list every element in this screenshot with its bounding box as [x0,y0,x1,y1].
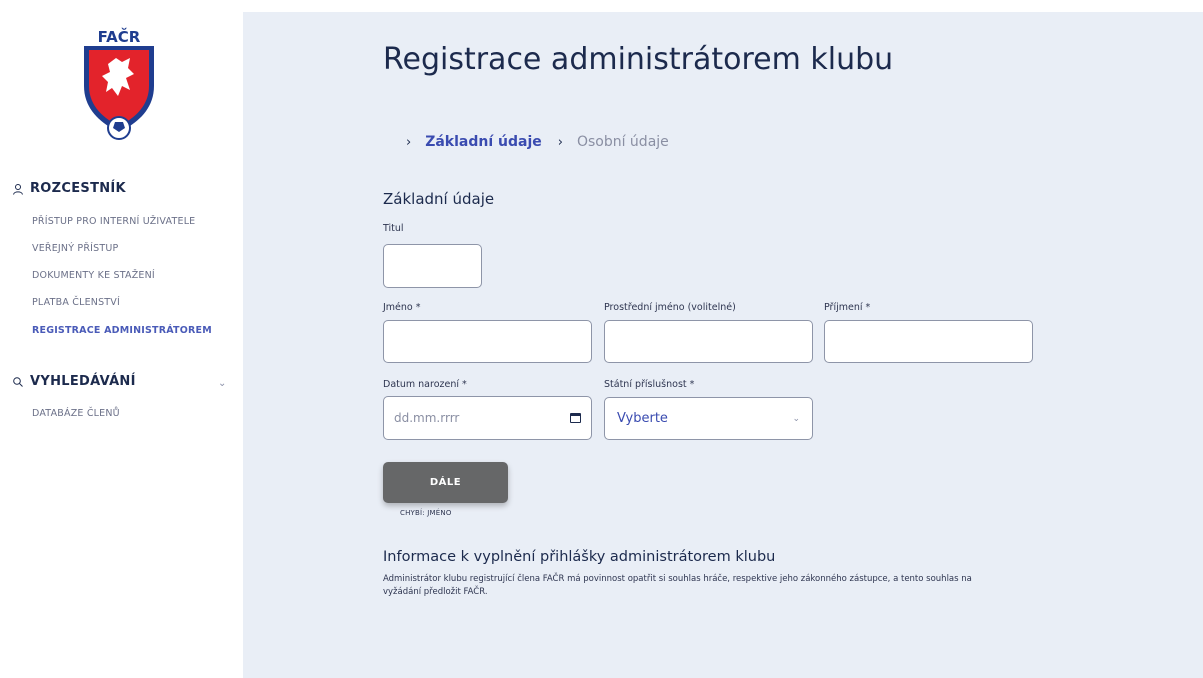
info-text: Administrátor klubu registrující člena F… [383,574,972,597]
first-name-label: Jméno * [383,302,421,313]
nationality-select[interactable]: Vyberte ⌄ [604,397,813,440]
nav-section-vyhledavani[interactable]: VYHLEDÁVÁNÍ [12,374,136,389]
missing-field-note: CHYBÍ: JMÉNO [400,509,452,517]
facr-logo[interactable]: FAČR [78,24,160,142]
title-input[interactable] [383,244,482,288]
sidebar-item-interni-pristup[interactable]: PŘÍSTUP PRO INTERNÍ UŽIVATELE [32,216,195,227]
nationality-selected: Vyberte [617,411,668,426]
next-button[interactable]: DÁLE [383,462,508,503]
chevron-right-icon: › [406,134,412,150]
last-name-input[interactable] [824,320,1033,363]
section-title: Základní údaje [383,190,495,208]
step-breadcrumb: › Základní údaje › Osobní údaje [406,134,669,150]
title-label: Titul [383,223,404,234]
birth-date-input[interactable]: dd.mm.rrrr [383,396,592,440]
sidebar-item-registrace[interactable]: REGISTRACE ADMINISTRÁTOREM [32,325,212,336]
sidebar-item-databaze-clenu[interactable]: DATABÁZE ČLENŮ [32,408,120,419]
chevron-down-icon[interactable]: ⌄ [218,378,226,389]
first-name-input[interactable] [383,320,592,363]
middle-name-input[interactable] [604,320,813,363]
main-content: Registrace administrátorem klubu › Zákla… [243,12,1203,678]
nav-section-rozcestnik[interactable]: ROZCESTNÍK [12,181,126,196]
sidebar-item-dokumenty[interactable]: DOKUMENTY KE STAŽENÍ [32,270,155,281]
step-osobni-udaje[interactable]: Osobní údaje [577,134,669,150]
nav-section-label: ROZCESTNÍK [30,181,126,196]
birth-date-placeholder: dd.mm.rrrr [394,411,460,425]
nationality-label: Státní příslušnost * [604,379,695,390]
search-icon [12,376,24,388]
sidebar: FAČR ROZCESTNÍK PŘÍSTUP PRO INTERNÍ UŽIV… [0,0,243,678]
svg-text:FAČR: FAČR [98,27,141,46]
sidebar-item-platba[interactable]: PLATBA ČLENSTVÍ [32,297,120,308]
birth-date-label: Datum narození * [383,379,467,390]
middle-name-label: Prostřední jméno (volitelné) [604,302,736,313]
chevron-down-icon: ⌄ [792,413,800,424]
calendar-icon[interactable] [570,413,581,423]
last-name-label: Příjmení * [824,302,871,313]
step-zakladni-udaje[interactable]: Základní údaje [425,134,542,150]
nav-section-label: VYHLEDÁVÁNÍ [30,374,136,389]
sidebar-item-verejny-pristup[interactable]: VEŘEJNÝ PŘÍSTUP [32,243,118,254]
chevron-right-icon: › [557,134,563,150]
user-icon [12,183,24,195]
page-title: Registrace administrátorem klubu [383,42,894,77]
info-title: Informace k vyplnění přihlášky administr… [383,549,776,565]
